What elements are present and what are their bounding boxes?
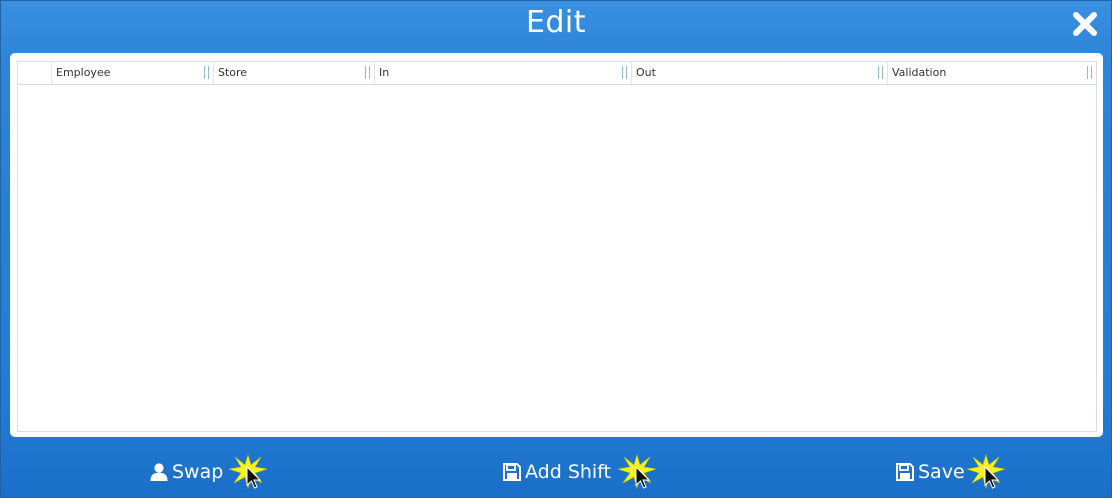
column-resize-handle[interactable]	[365, 66, 370, 79]
save-icon	[503, 463, 521, 481]
column-label-in: In	[379, 66, 390, 79]
close-icon	[1073, 12, 1097, 36]
title-bar: Edit	[1, 1, 1111, 51]
grid-header: Employee Store In Out Validation	[18, 62, 1096, 85]
save-label: Save	[918, 461, 965, 483]
edit-dialog: Edit Employee Store In Out Validation Sw…	[0, 0, 1112, 498]
column-header-out[interactable]: Out	[632, 62, 888, 84]
column-label-out: Out	[636, 66, 656, 79]
click-highlight-icon	[228, 453, 268, 490]
add-shift-button[interactable]: Add Shift	[502, 457, 611, 487]
swap-label: Swap	[172, 461, 224, 483]
click-highlight-icon	[617, 453, 657, 490]
close-button[interactable]	[1071, 10, 1099, 38]
grid-body	[18, 85, 1096, 431]
column-header-validation[interactable]: Validation	[888, 62, 1096, 84]
content-panel: Employee Store In Out Validation	[10, 53, 1103, 437]
save-button[interactable]: Save	[895, 457, 965, 487]
swap-button[interactable]: Swap	[149, 457, 223, 487]
column-resize-handle[interactable]	[204, 66, 209, 79]
column-header-store[interactable]: Store	[214, 62, 375, 84]
column-header-select[interactable]	[18, 62, 52, 84]
dialog-title: Edit	[525, 5, 587, 40]
column-resize-handle[interactable]	[878, 66, 883, 79]
column-label-validation: Validation	[892, 66, 947, 79]
action-footer: Swap Add Shift Save	[1, 441, 1111, 497]
add-shift-label: Add Shift	[525, 461, 612, 483]
user-icon	[150, 463, 168, 481]
column-resize-handle[interactable]	[622, 66, 627, 79]
save-icon	[896, 463, 914, 481]
column-header-employee[interactable]: Employee	[52, 62, 214, 84]
column-header-in[interactable]: In	[375, 62, 632, 84]
column-resize-handle[interactable]	[1087, 66, 1092, 79]
shift-grid: Employee Store In Out Validation	[17, 61, 1097, 432]
column-label-employee: Employee	[56, 66, 111, 79]
click-highlight-icon	[966, 453, 1006, 490]
column-label-store: Store	[218, 66, 248, 79]
